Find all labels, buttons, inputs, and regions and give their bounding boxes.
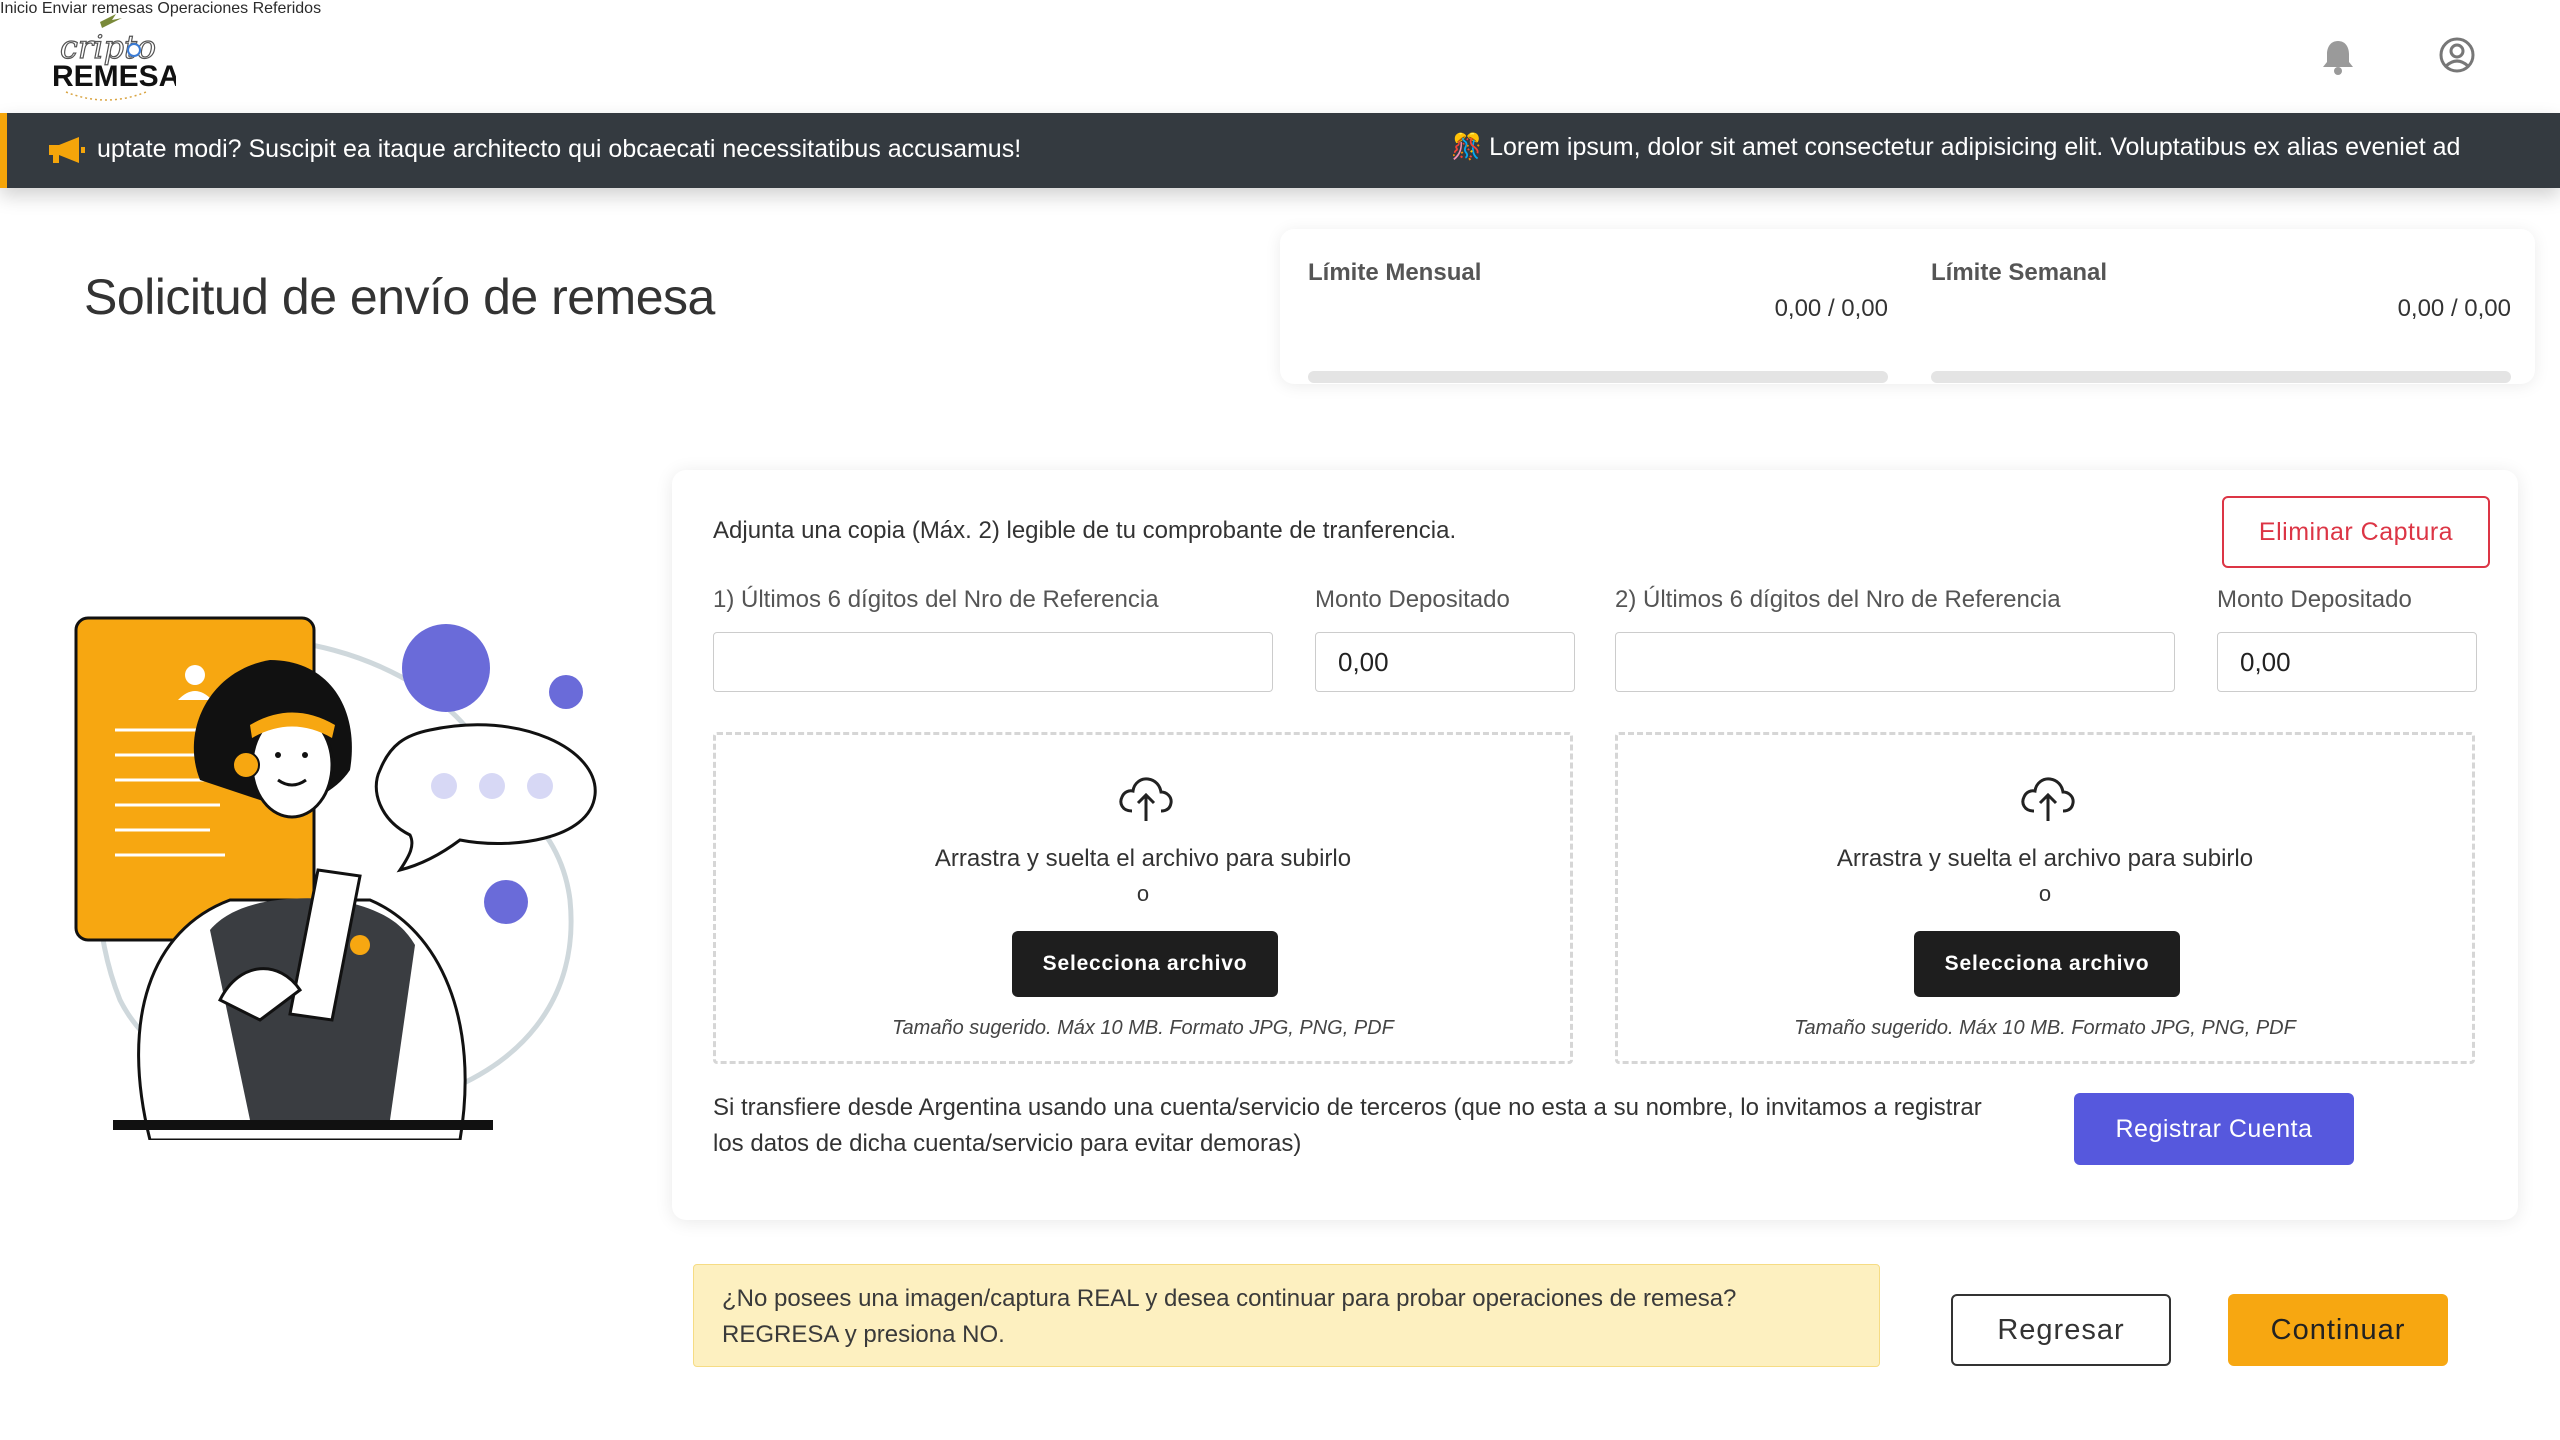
regresar-button[interactable]: Regresar — [1951, 1294, 2171, 1366]
top-navbar: cripto REMESA Inicio Enviar remesas Oper… — [0, 0, 2560, 113]
weekly-limit: Límite Semanal 0,00 / 0,00 — [1931, 259, 2511, 383]
amount1-label: Monto Depositado — [1315, 586, 1510, 613]
nav-inicio[interactable]: Inicio — [0, 0, 37, 17]
monthly-limit-value: 0,00 / 0,00 — [1774, 295, 1888, 322]
monthly-limit-progress — [1308, 371, 1888, 383]
dropzone-1-or: o — [1136, 881, 1150, 906]
bell-icon[interactable] — [2320, 38, 2356, 81]
select-file-button-1[interactable]: Selecciona archivo — [1012, 931, 1278, 997]
upload-instructions: Adjunta una copia (Máx. 2) legible de tu… — [713, 517, 1457, 544]
megaphone-icon — [45, 135, 87, 170]
svg-text:REMESA: REMESA — [52, 60, 176, 93]
registrar-cuenta-button[interactable]: Registrar Cuenta — [2074, 1093, 2354, 1165]
cloud-upload-icon — [1116, 773, 1176, 828]
user-circle-icon[interactable] — [2438, 36, 2476, 79]
test-mode-alert: ¿No posees una imagen/captura REAL y des… — [693, 1264, 1880, 1367]
ticker-message-2: 🎊 Lorem ipsum, dolor sit amet consectetu… — [1451, 133, 2461, 161]
select-file-button-2[interactable]: Selecciona archivo — [1914, 931, 2180, 997]
cripto-remesa-logo[interactable]: cripto REMESA — [46, 8, 180, 106]
ref1-label: 1) Últimos 6 dígitos del Nro de Referenc… — [713, 586, 1159, 613]
monthly-limit: Límite Mensual 0,00 / 0,00 — [1308, 259, 1888, 383]
amount1-input[interactable] — [1315, 632, 1575, 692]
amount2-input[interactable] — [2217, 632, 2477, 692]
ref2-label: 2) Últimos 6 dígitos del Nro de Referenc… — [1615, 586, 2061, 613]
confetti-icon: 🎊 — [1451, 133, 1483, 161]
cloud-upload-icon — [2018, 773, 2078, 828]
page-title: Solicitud de envío de remesa — [84, 269, 715, 325]
announcement-ticker: uptate modi? Suscipit ea itaque architec… — [0, 113, 2560, 188]
ref2-input[interactable] — [1615, 632, 2175, 692]
amount2-label: Monto Depositado — [2217, 586, 2412, 613]
weekly-limit-value: 0,00 / 0,00 — [2397, 295, 2511, 322]
nav-referidos[interactable]: Referidos — [253, 0, 321, 17]
dropzone-2[interactable]: Arrastra y suelta el archivo para subirl… — [1615, 732, 2475, 1064]
eliminar-captura-button[interactable]: Eliminar Captura — [2222, 496, 2490, 568]
dropzone-1-text: Arrastra y suelta el archivo para subirl… — [934, 845, 1352, 872]
dropzone-1[interactable]: Arrastra y suelta el archivo para subirl… — [713, 732, 1573, 1064]
third-party-note: Si transfiere desde Argentina usando una… — [713, 1094, 1982, 1157]
continuar-button[interactable]: Continuar — [2228, 1294, 2448, 1366]
dropzone-1-hint: Tamaño sugerido. Máx 10 MB. Formato JPG,… — [892, 1017, 1394, 1039]
ref1-input[interactable] — [713, 632, 1273, 692]
dropzone-2-or: o — [2038, 881, 2052, 906]
dropzone-2-hint: Tamaño sugerido. Máx 10 MB. Formato JPG,… — [1794, 1017, 2296, 1039]
limits-card: Límite Mensual 0,00 / 0,00 Límite Semana… — [1280, 229, 2535, 384]
weekly-limit-label: Límite Semanal — [1931, 259, 2108, 286]
ticker-message-1: uptate modi? Suscipit ea itaque architec… — [97, 135, 1022, 163]
person-with-tablet-illustration — [60, 600, 620, 1142]
monthly-limit-label: Límite Mensual — [1308, 259, 1482, 286]
weekly-limit-progress — [1931, 371, 2511, 383]
receipt-upload-card: Adjunta una copia (Máx. 2) legible de tu… — [672, 470, 2518, 1220]
dropzone-2-text: Arrastra y suelta el archivo para subirl… — [1836, 845, 2254, 872]
